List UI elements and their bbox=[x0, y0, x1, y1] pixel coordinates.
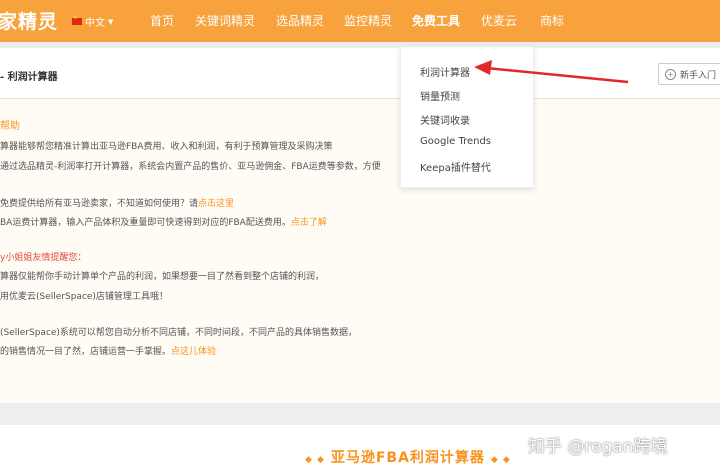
page: 家精灵 中文 ▼ 首页 关键词精灵 选品精灵 监控精灵 免费工具 优麦云 商标 … bbox=[0, 0, 720, 476]
annotation-arrow bbox=[474, 60, 629, 84]
